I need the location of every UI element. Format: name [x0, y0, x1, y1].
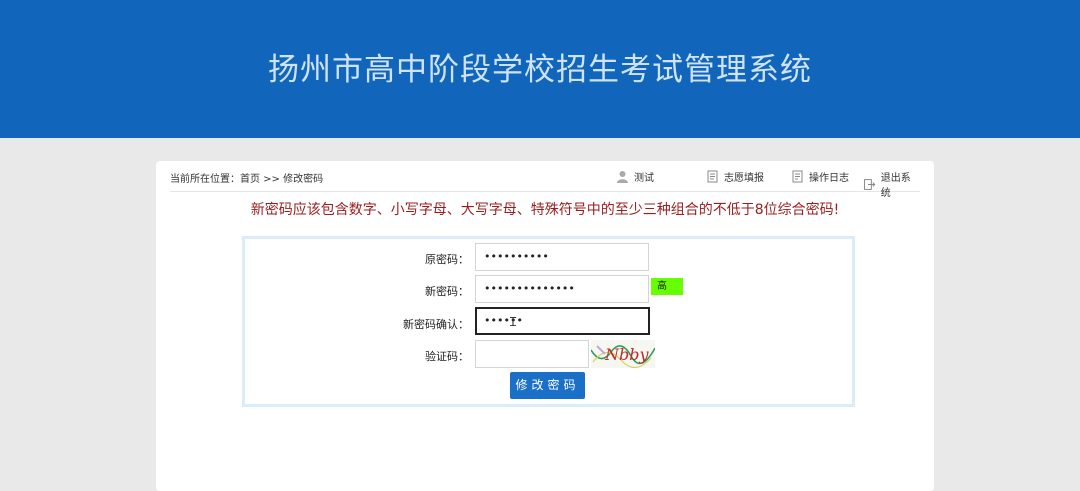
main-panel: 当前所在位置：首页 >> 修改密码 测试 志愿填报 操作日志 退出系统 新密码应…	[156, 161, 934, 491]
system-title: 扬州市高中阶段学校招生考试管理系统	[268, 52, 812, 88]
user-name: 测试	[634, 173, 654, 184]
logout-label: 退出系统	[880, 173, 911, 199]
breadcrumb-separator: >>	[260, 174, 284, 185]
old-password-label: 原密码：	[425, 253, 469, 266]
user-icon	[617, 171, 628, 183]
logout-link[interactable]: 退出系统	[863, 169, 920, 199]
logout-icon	[863, 178, 876, 190]
apply-link[interactable]: 志愿填报	[706, 169, 764, 184]
text-cursor-icon: Ｉ	[507, 315, 520, 329]
header-banner: 扬州市高中阶段学校招生考试管理系统	[0, 0, 1080, 138]
confirm-password-input[interactable]: •••••• Ｉ	[475, 307, 650, 335]
log-icon	[792, 170, 803, 183]
old-password-input[interactable]: ••••••••••	[475, 243, 649, 271]
new-password-input[interactable]: ••••••••••••••	[475, 275, 649, 303]
captcha-image[interactable]: Nbby	[591, 340, 655, 368]
confirm-password-label: 新密码确认：	[403, 318, 469, 331]
breadcrumb-home-link[interactable]: 首页	[240, 174, 260, 185]
top-bar: 当前所在位置：首页 >> 修改密码 测试 志愿填报 操作日志 退出系统	[170, 161, 920, 199]
log-label: 操作日志	[809, 173, 849, 184]
log-link[interactable]: 操作日志	[791, 169, 849, 184]
captcha-label: 验证码：	[425, 350, 469, 363]
new-password-label: 新密码：	[425, 285, 469, 298]
change-password-button[interactable]: 修改密码	[510, 372, 585, 399]
password-rule-notice: 新密码应该包含数字、小写字母、大写字母、特殊符号中的至少三种组合的不低于8位综合…	[250, 202, 840, 218]
user-menu[interactable]: 测试	[616, 169, 654, 184]
document-icon	[707, 170, 718, 183]
breadcrumb-prefix: 当前所在位置：	[170, 174, 240, 185]
breadcrumb-current: 修改密码	[283, 174, 324, 185]
password-strength-badge: 高	[651, 278, 683, 295]
captcha-input[interactable]	[475, 340, 589, 368]
breadcrumb: 当前所在位置：首页 >> 修改密码	[170, 170, 323, 185]
captcha-text: Nbby	[604, 345, 649, 364]
change-password-form: 原密码： •••••••••• 新密码： •••••••••••••• 高 新密…	[242, 236, 855, 407]
apply-label: 志愿填报	[724, 173, 764, 184]
